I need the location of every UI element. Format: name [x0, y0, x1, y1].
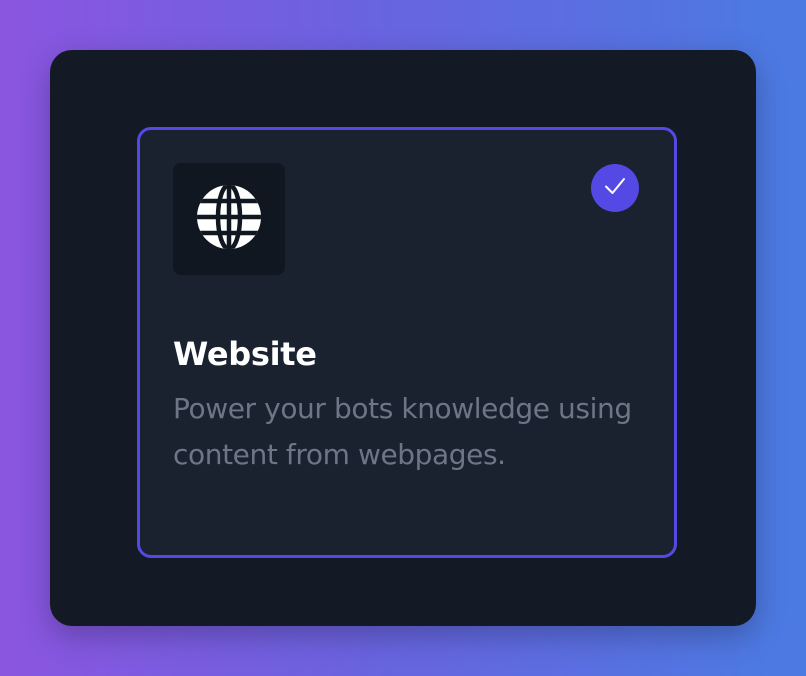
card-title: Website: [173, 335, 317, 373]
card-description: Power your bots knowledge using content …: [173, 392, 632, 471]
icon-tile: [173, 163, 285, 275]
globe-icon: [195, 183, 263, 255]
website-source-card[interactable]: Website Power your bots knowledge using …: [137, 127, 677, 558]
panel: Website Power your bots knowledge using …: [50, 50, 756, 626]
selected-check-badge: [591, 164, 639, 212]
check-icon: [602, 173, 628, 203]
